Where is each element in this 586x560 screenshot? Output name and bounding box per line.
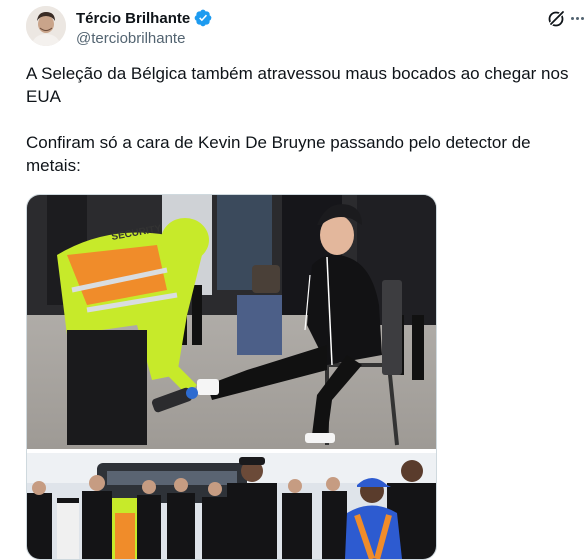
grok-icon[interactable] [547, 8, 567, 28]
tweet-paragraph-2: Confiram só a cara de Kevin De Bruyne pa… [26, 133, 531, 175]
author-avatar[interactable] [26, 6, 66, 46]
author-handle[interactable]: @terciobrilhante [76, 30, 212, 47]
more-options-icon[interactable] [568, 8, 586, 28]
author-header: Tércio Brilhante @terciobrilhante [76, 8, 212, 47]
team-arrival-photo[interactable] [27, 453, 436, 559]
person-avatar-icon [26, 6, 66, 46]
tweet-text: A Seleção da Bélgica também atravessou m… [26, 62, 578, 177]
player-metal-detector-photo[interactable]: SECURITY [27, 195, 436, 449]
photo-1-illustration: SECURITY [27, 195, 436, 449]
tweet-media: SECURITY [26, 194, 437, 560]
author-display-name[interactable]: Tércio Brilhante [76, 10, 190, 27]
photo-2-illustration [27, 453, 436, 559]
verified-badge-icon[interactable] [194, 9, 212, 27]
tweet-paragraph-1: A Seleção da Bélgica também atravessou m… [26, 64, 569, 106]
